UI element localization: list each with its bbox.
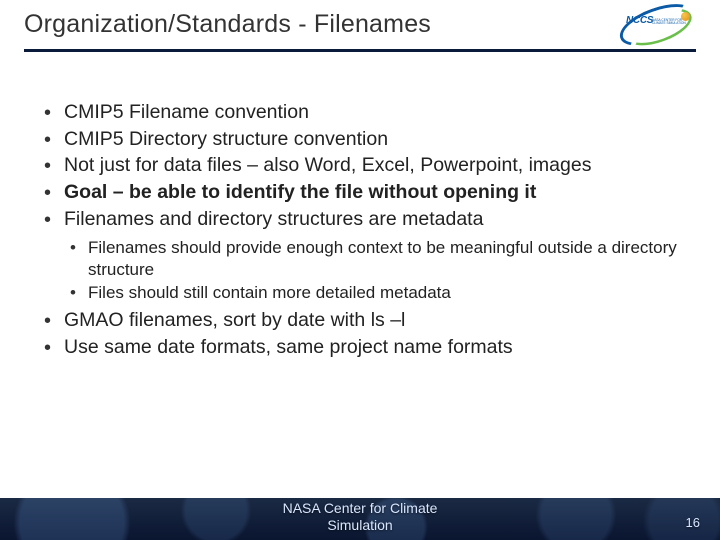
header: Organization/Standards - Filenames NCCS … — [0, 0, 720, 43]
logo-icon: NCCS NASA CENTER FORCLIMATE SIMULATION — [618, 8, 696, 42]
list-item: GMAO filenames, sort by date with ls –l — [38, 308, 682, 334]
page-number: 16 — [686, 515, 700, 530]
sub-bullet-list: Filenames should provide enough context … — [38, 237, 682, 304]
bullet-list: CMIP5 Filename convention CMIP5 Director… — [38, 100, 682, 360]
logo-subtitle: NASA CENTER FORCLIMATE SIMULATION — [652, 19, 686, 26]
list-item-bold: Goal – be able to identify the file with… — [64, 181, 536, 203]
list-item: CMIP5 Filename convention — [38, 100, 682, 126]
logo-text: NCCS — [626, 15, 653, 26]
list-item-spacer: Filenames should provide enough context … — [38, 237, 682, 304]
list-item: Files should still contain more detailed… — [66, 282, 682, 304]
page-title: Organization/Standards - Filenames — [24, 10, 696, 39]
footer-caption-line2: Simulation — [327, 517, 392, 533]
list-item: Filenames and directory structures are m… — [38, 207, 682, 233]
footer-caption-line1: NASA Center for Climate — [283, 500, 438, 516]
list-item: Use same date formats, same project name… — [38, 335, 682, 361]
slide: Organization/Standards - Filenames NCCS … — [0, 0, 720, 540]
list-item: Not just for data files – also Word, Exc… — [38, 153, 682, 179]
list-item: Filenames should provide enough context … — [66, 237, 682, 282]
list-item: Goal – be able to identify the file with… — [38, 180, 682, 206]
nccs-logo: NCCS NASA CENTER FORCLIMATE SIMULATION — [618, 8, 696, 42]
content-area: CMIP5 Filename convention CMIP5 Director… — [0, 52, 720, 360]
footer-caption: NASA Center for Climate Simulation — [0, 500, 720, 534]
footer: NASA Center for Climate Simulation 16 — [0, 498, 720, 540]
list-item: CMIP5 Directory structure convention — [38, 127, 682, 153]
